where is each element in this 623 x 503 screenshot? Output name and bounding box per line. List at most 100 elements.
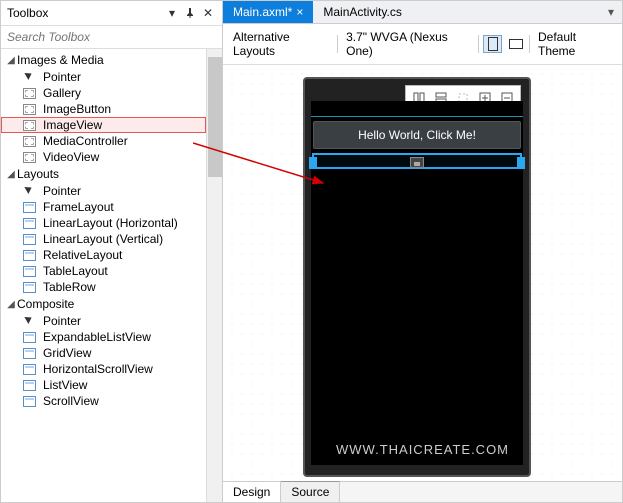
caret-down-icon: ◢ — [5, 55, 17, 66]
design-canvas[interactable]: Hello World, Click Me! WWW.THAICREATE.CO… — [223, 65, 622, 481]
item-label: ListView — [43, 378, 87, 392]
item-label: ExpandableListView — [43, 330, 151, 344]
item-pointer[interactable]: Pointer — [1, 69, 206, 85]
imageview-placeholder-icon — [410, 157, 424, 168]
watermark-text: WWW.THAICREATE.COM — [336, 442, 509, 457]
layout-icon — [21, 264, 37, 278]
item-label: ImageView — [43, 118, 102, 132]
pointer-icon — [21, 70, 37, 84]
item-label: VideoView — [43, 150, 99, 164]
theme-selector[interactable]: Default Theme — [534, 28, 616, 60]
item-imagebutton[interactable]: ImageButton — [1, 101, 206, 117]
item-label: LinearLayout (Horizontal) — [43, 216, 178, 230]
layout-icon — [21, 346, 37, 360]
item-imageview[interactable]: ImageView — [1, 117, 206, 133]
pin-icon[interactable] — [182, 5, 198, 21]
portrait-icon[interactable] — [483, 35, 502, 53]
item-scrollview[interactable]: ScrollView — [1, 393, 206, 409]
tab-source[interactable]: Source — [281, 481, 340, 502]
dropdown-icon[interactable]: ▾ — [164, 5, 180, 21]
category-label: Layouts — [17, 167, 59, 181]
toolbox-tree: ◢Images & Media Pointer Gallery ImageBut… — [1, 49, 206, 502]
item-label: Pointer — [43, 70, 81, 84]
scrollbar[interactable] — [206, 49, 222, 502]
separator — [478, 35, 479, 53]
item-framelayout[interactable]: FrameLayout — [1, 199, 206, 215]
item-videoview[interactable]: VideoView — [1, 149, 206, 165]
category-layouts[interactable]: ◢Layouts — [1, 165, 206, 183]
tab-mainactivity[interactable]: MainActivity.cs — [313, 1, 411, 23]
landscape-icon[interactable] — [506, 35, 525, 53]
hello-button[interactable]: Hello World, Click Me! — [313, 121, 521, 149]
item-listview[interactable]: ListView — [1, 377, 206, 393]
item-expandablelistview[interactable]: ExpandableListView — [1, 329, 206, 345]
item-mediacontroller[interactable]: MediaController — [1, 133, 206, 149]
layout-icon — [21, 248, 37, 262]
option-label: Alternative Layouts — [233, 30, 329, 58]
close-icon[interactable]: ✕ — [200, 5, 216, 21]
tab-label: Main.axml* — [233, 5, 292, 19]
item-relativelayout[interactable]: RelativeLayout — [1, 247, 206, 263]
item-label: RelativeLayout — [43, 248, 122, 262]
toolbox-title: Toolbox — [7, 6, 162, 20]
item-label: Pointer — [43, 314, 81, 328]
editor-tabs: Main.axml* × MainActivity.cs ▾ — [223, 1, 622, 24]
option-label: Default Theme — [538, 30, 612, 58]
close-icon[interactable]: × — [296, 5, 303, 19]
item-pointer[interactable]: Pointer — [1, 313, 206, 329]
tab-design[interactable]: Design — [223, 482, 281, 502]
item-horizontalscrollview[interactable]: HorizontalScrollView — [1, 361, 206, 377]
separator — [529, 35, 530, 53]
item-linearlayout-v[interactable]: LinearLayout (Vertical) — [1, 231, 206, 247]
control-icon — [21, 86, 37, 100]
item-label: TableLayout — [43, 264, 108, 278]
view-mode-tabs: Design Source — [223, 481, 622, 502]
category-composite[interactable]: ◢Composite — [1, 295, 206, 313]
layout-icon — [21, 330, 37, 344]
resize-handle-left[interactable] — [309, 157, 317, 169]
tab-overflow-icon[interactable]: ▾ — [600, 1, 622, 23]
item-gridview[interactable]: GridView — [1, 345, 206, 361]
tab-label: MainActivity.cs — [323, 5, 401, 19]
device-screen[interactable]: Hello World, Click Me! — [311, 101, 523, 465]
designer-panel: Main.axml* × MainActivity.cs ▾ Alternativ… — [223, 1, 622, 502]
item-label: FrameLayout — [43, 200, 114, 214]
item-tablelayout[interactable]: TableLayout — [1, 263, 206, 279]
layout-icon — [21, 378, 37, 392]
alt-layouts-button[interactable]: Alternative Layouts — [229, 28, 333, 60]
item-pointer[interactable]: Pointer — [1, 183, 206, 199]
category-images-media[interactable]: ◢Images & Media — [1, 51, 206, 69]
item-label: GridView — [43, 346, 91, 360]
scrollbar-thumb[interactable] — [208, 57, 222, 177]
device-selector[interactable]: 3.7" WVGA (Nexus One) — [342, 28, 474, 60]
caret-down-icon: ◢ — [5, 299, 17, 310]
item-linearlayout-h[interactable]: LinearLayout (Horizontal) — [1, 215, 206, 231]
item-label: Gallery — [43, 86, 81, 100]
item-label: TableRow — [43, 280, 96, 294]
item-label: ImageButton — [43, 102, 111, 116]
device-frame: Hello World, Click Me! — [303, 77, 531, 477]
separator — [337, 35, 338, 53]
layout-icon — [21, 216, 37, 230]
item-label: LinearLayout (Vertical) — [43, 232, 163, 246]
item-gallery[interactable]: Gallery — [1, 85, 206, 101]
item-tablerow[interactable]: TableRow — [1, 279, 206, 295]
control-icon — [21, 102, 37, 116]
pointer-icon — [21, 314, 37, 328]
toolbox-panel: Toolbox ▾ ✕ ◢Images & Media Pointer Gall… — [1, 1, 223, 502]
search-input[interactable] — [1, 26, 222, 49]
toolbox-header: Toolbox ▾ ✕ — [1, 1, 222, 26]
resize-handle-right[interactable] — [517, 157, 525, 169]
control-icon — [21, 150, 37, 164]
category-label: Composite — [17, 297, 74, 311]
control-icon — [21, 134, 37, 148]
layout-icon — [21, 394, 37, 408]
designer-options: Alternative Layouts 3.7" WVGA (Nexus One… — [223, 24, 622, 65]
item-label: MediaController — [43, 134, 128, 148]
caret-down-icon: ◢ — [5, 169, 17, 180]
layout-icon — [21, 362, 37, 376]
tab-main-axml[interactable]: Main.axml* × — [223, 1, 313, 23]
layout-icon — [21, 280, 37, 294]
imageview-selection[interactable] — [312, 153, 522, 169]
android-status-bar — [311, 101, 523, 117]
